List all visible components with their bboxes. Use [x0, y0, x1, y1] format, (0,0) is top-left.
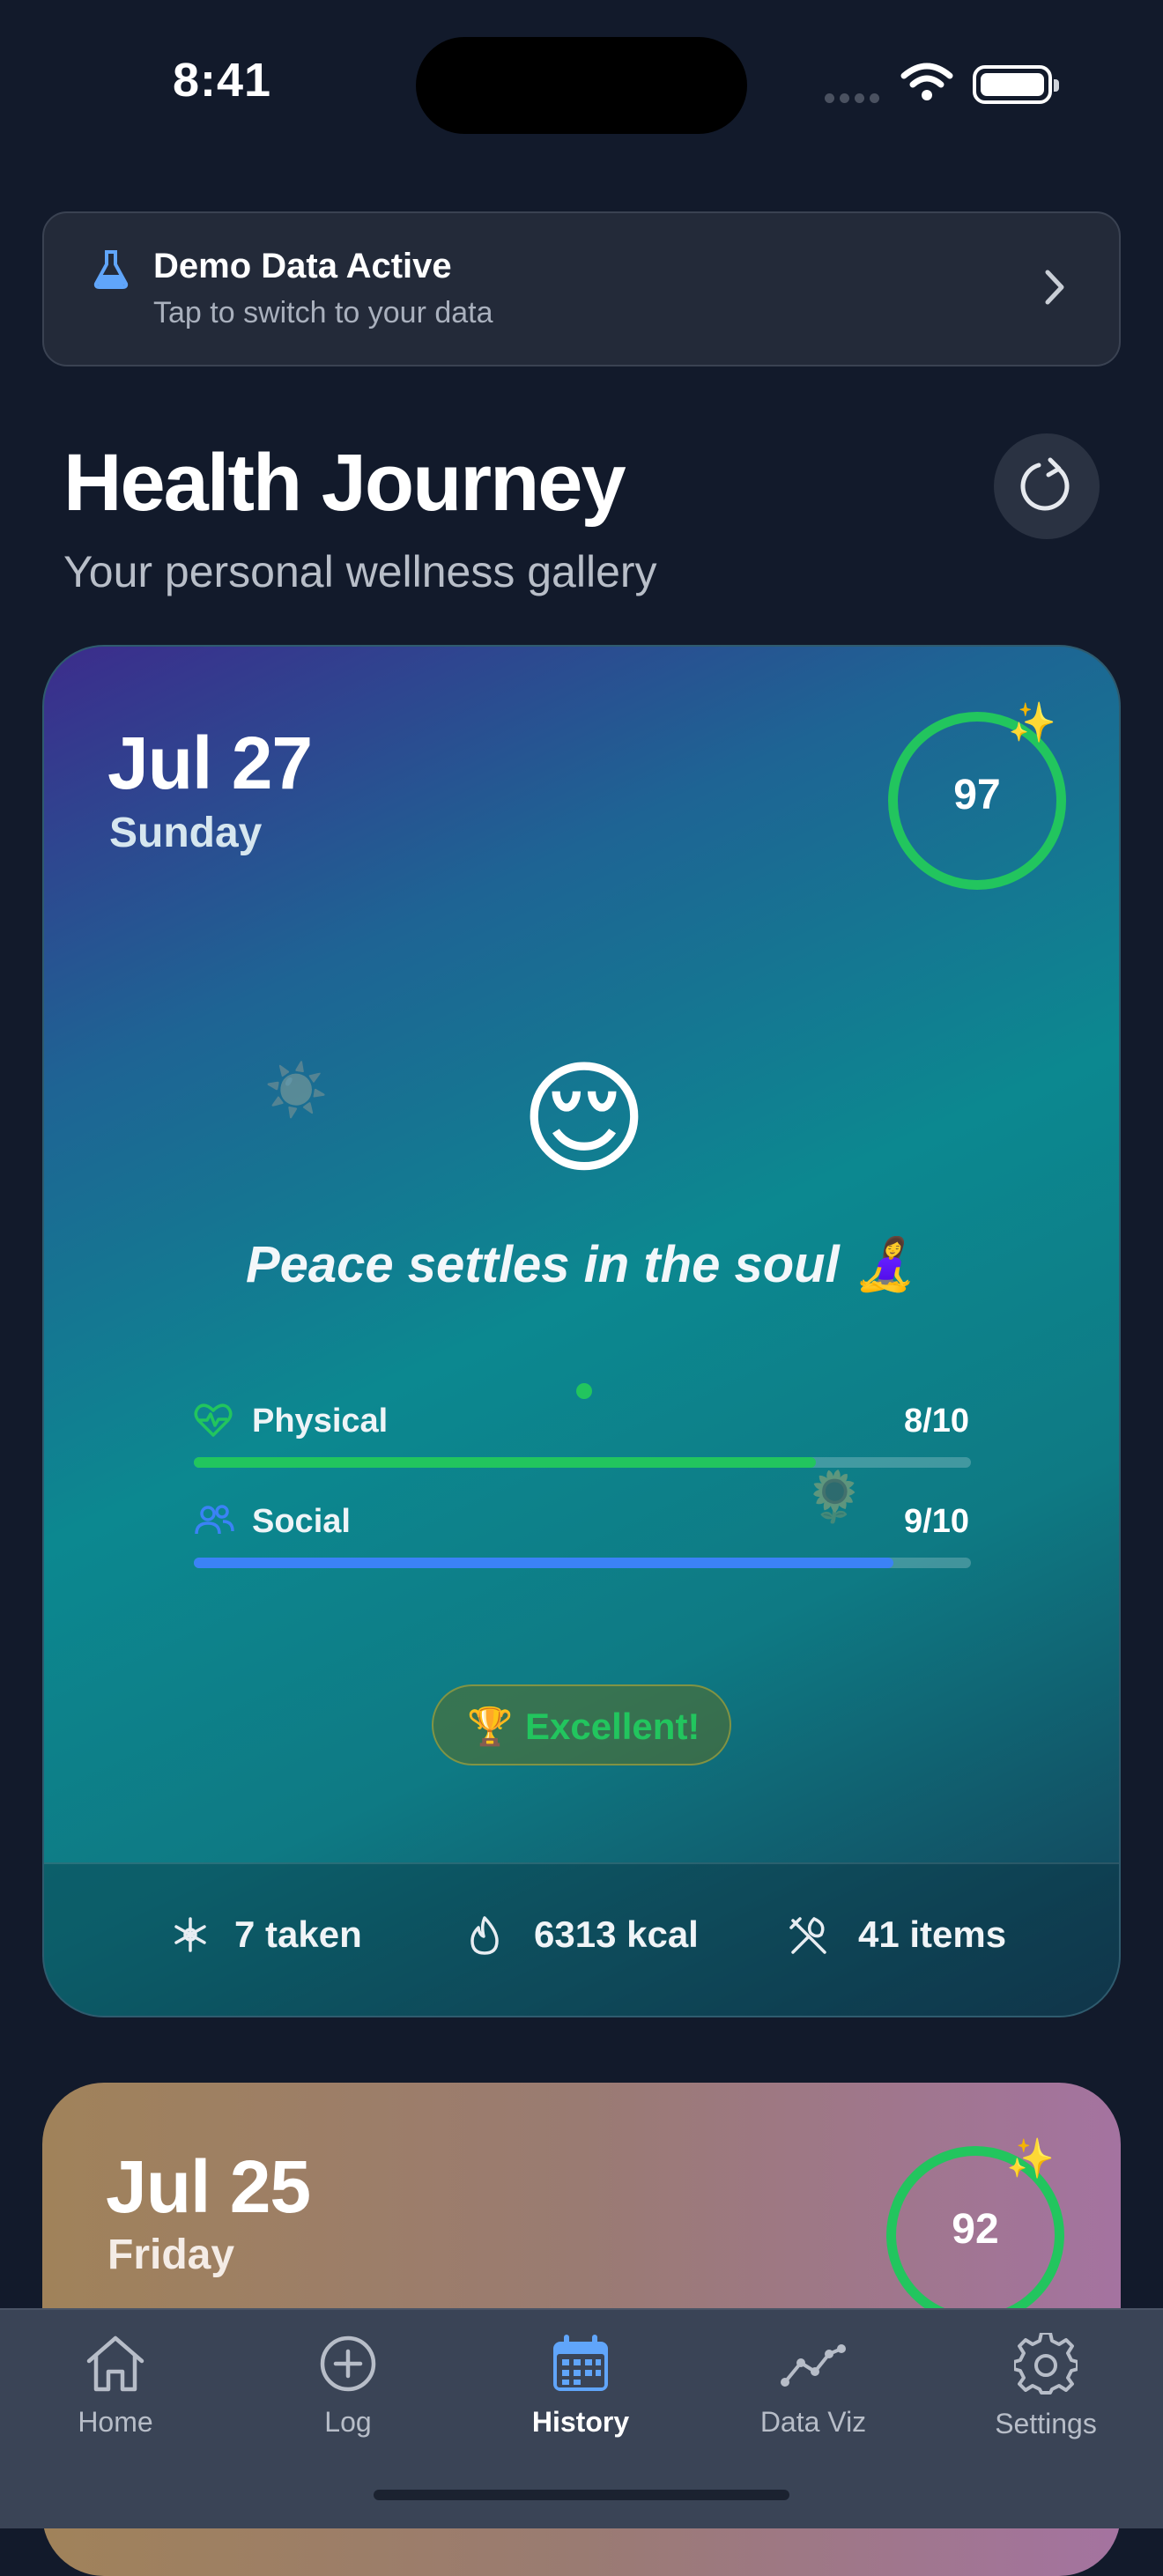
chart-line-icon: [781, 2344, 846, 2387]
social-progress-fill: [194, 1558, 893, 1568]
status-time: 8:41: [173, 54, 272, 107]
score-value: 92: [952, 2206, 999, 2253]
tab-history[interactable]: History: [493, 2333, 669, 2439]
battery-icon: [973, 65, 1059, 104]
stat-calories: 6313 kcal: [467, 1913, 699, 1956]
metric-value-social: 9/10: [904, 1503, 969, 1540]
physical-progress-fill: [194, 1457, 816, 1468]
mood-quote: Peace settles in the soul 🧘‍♀️: [245, 1236, 918, 1293]
chevron-right-icon: [1045, 270, 1064, 305]
entry-date: Jul 25: [106, 2145, 311, 2228]
page-title: Health Journey: [63, 438, 626, 528]
refresh-icon: [1020, 457, 1070, 511]
home-indicator: [374, 2490, 789, 2500]
indicator-dot: [576, 1383, 592, 1399]
flask-icon: [93, 250, 129, 289]
calendar-icon: [553, 2335, 608, 2391]
trophy-icon: 🏆: [467, 1706, 514, 1747]
sparkle-icon: ✨: [1008, 701, 1056, 744]
wifi-icon: [900, 63, 953, 100]
utensils-icon: [789, 1917, 826, 1954]
mood-emoji: 😌: [520, 1049, 648, 1188]
entry-date: Jul 27: [107, 722, 313, 804]
physical-progress-bar: [194, 1457, 971, 1468]
tab-home[interactable]: Home: [27, 2333, 204, 2439]
heart-pulse-icon: [194, 1403, 233, 1437]
metric-value-physical: 8/10: [904, 1403, 969, 1440]
flame-icon: [470, 1916, 499, 1955]
sparkle-icon: ✨: [1006, 2137, 1055, 2180]
metric-label-social: Social: [252, 1503, 351, 1540]
tab-settings[interactable]: Settings: [958, 2331, 1134, 2440]
score-value: 97: [953, 772, 1001, 818]
tab-data-viz[interactable]: Data Viz: [725, 2333, 901, 2439]
metric-label-physical: Physical: [252, 1403, 389, 1440]
demo-data-banner[interactable]: Demo Data Active Tap to switch to your d…: [42, 211, 1121, 366]
plus-circle-icon: [320, 2335, 376, 2392]
cellular-signal-icon: [825, 92, 885, 107]
stat-supplements: 7 taken: [171, 1913, 362, 1956]
sun-decoration-icon: ☀️: [264, 1062, 329, 1119]
entry-day: Sunday: [109, 810, 263, 856]
stat-food-items: 41 items: [788, 1913, 1006, 1956]
achievement-badge: 🏆 Excellent!: [432, 1684, 731, 1765]
dynamic-island: [416, 37, 747, 134]
banner-title: Demo Data Active: [153, 247, 452, 285]
pill-icon: [174, 1917, 206, 1952]
gear-icon: [1012, 2331, 1079, 2395]
page-subtitle: Your personal wellness gallery: [63, 547, 657, 596]
tab-log[interactable]: Log: [260, 2333, 436, 2439]
badge-label: Excellent!: [525, 1706, 700, 1747]
home-icon: [86, 2335, 144, 2392]
day-entry-card[interactable]: Jul 27 Sunday 97 ✨ ☀️ 😌 Peace settles in…: [42, 645, 1121, 2017]
refresh-button[interactable]: [994, 433, 1100, 539]
people-icon: [195, 1505, 234, 1535]
banner-subtitle: Tap to switch to your data: [153, 296, 493, 329]
entry-day: Friday: [107, 2232, 235, 2278]
entry-stats-row: 7 taken 6313 kcal 41 items: [44, 1862, 1119, 2016]
social-progress-bar: [194, 1558, 971, 1568]
sunflower-decoration-icon: 🌻: [804, 1469, 865, 1524]
